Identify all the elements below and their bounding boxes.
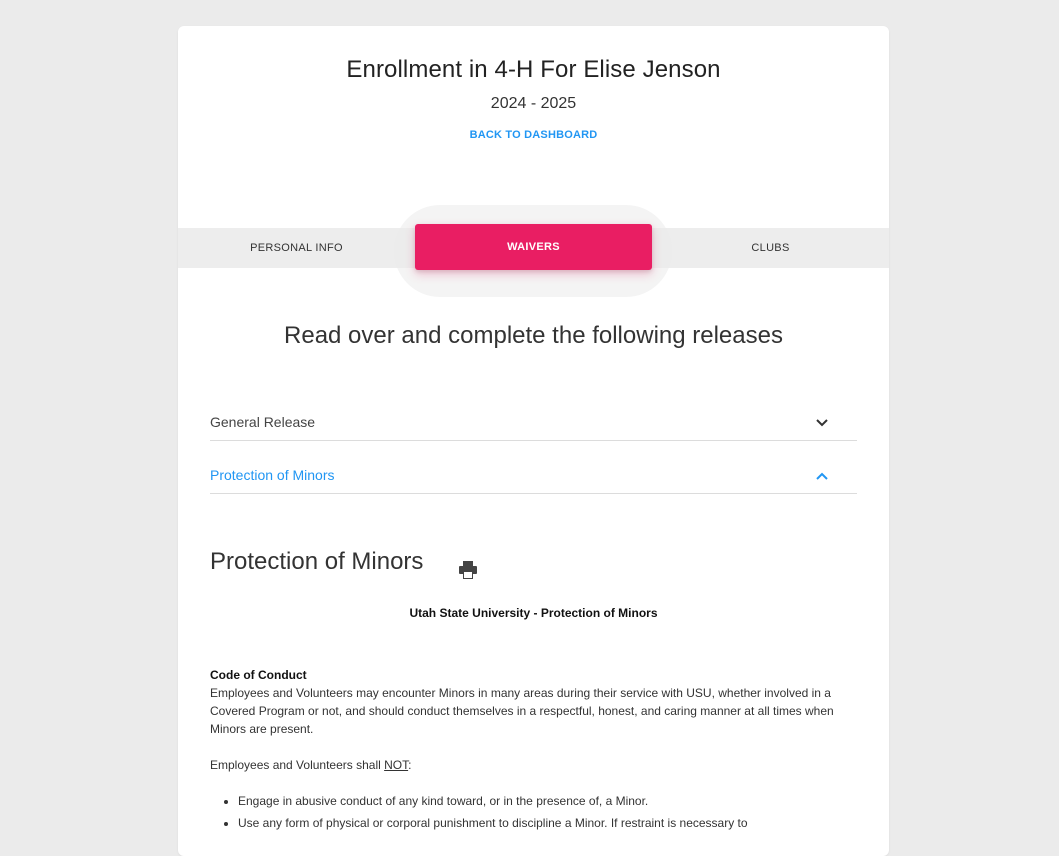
enrollment-card: Enrollment in 4-H For Elise Jenson 2024 … <box>178 26 889 856</box>
shall-suffix: : <box>408 758 412 772</box>
page-title: Enrollment in 4-H For Elise Jenson <box>346 56 721 83</box>
document-title: Protection of Minors <box>210 548 424 575</box>
accordion-label: General Release <box>210 414 316 430</box>
accordion-label: Protection of Minors <box>210 467 335 483</box>
chevron-up-icon <box>816 472 828 480</box>
list-item: Engage in abusive conduct of any kind to… <box>238 792 860 810</box>
conduct-list: Engage in abusive conduct of any kind to… <box>210 792 860 832</box>
back-to-dashboard-link[interactable]: BACK TO DASHBOARD <box>470 129 598 141</box>
enrollment-header: Enrollment in 4-H For Elise Jenson 2024 … <box>178 26 889 143</box>
print-icon[interactable] <box>458 561 478 579</box>
section-heading: Read over and complete the following rel… <box>284 322 783 349</box>
tab-clubs[interactable]: CLUBS <box>652 228 889 268</box>
enrollment-year: 2024 - 2025 <box>490 95 577 112</box>
accordion-protection-of-minors[interactable]: Protection of Minors <box>210 440 857 494</box>
shall-not-line: Employees and Volunteers shall NOT: <box>210 756 860 774</box>
chevron-down-icon <box>816 419 828 427</box>
shall-not-emphasis: NOT <box>384 758 409 772</box>
list-item: Use any form of physical or corporal pun… <box>238 814 860 832</box>
tab-personal-info[interactable]: PERSONAL INFO <box>178 228 415 268</box>
tab-waivers[interactable]: WAIVERS <box>415 224 652 270</box>
document-subtitle: Utah State University - Protection of Mi… <box>409 606 658 620</box>
document-body: Code of Conduct Employees and Volunteers… <box>210 666 860 836</box>
accordion-general-release[interactable]: General Release <box>210 387 857 441</box>
code-of-conduct-text: Employees and Volunteers may encounter M… <box>210 686 834 736</box>
code-of-conduct-heading: Code of Conduct <box>210 668 307 682</box>
shall-prefix: Employees and Volunteers shall <box>210 758 385 772</box>
